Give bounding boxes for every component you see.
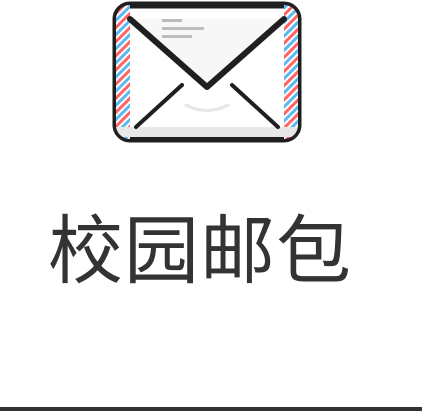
app-title: 校园邮包 [48, 207, 353, 295]
launch-screen: 校园邮包 [0, 0, 422, 411]
bottom-divider [0, 407, 422, 411]
envelope-icon [112, 1, 302, 143]
